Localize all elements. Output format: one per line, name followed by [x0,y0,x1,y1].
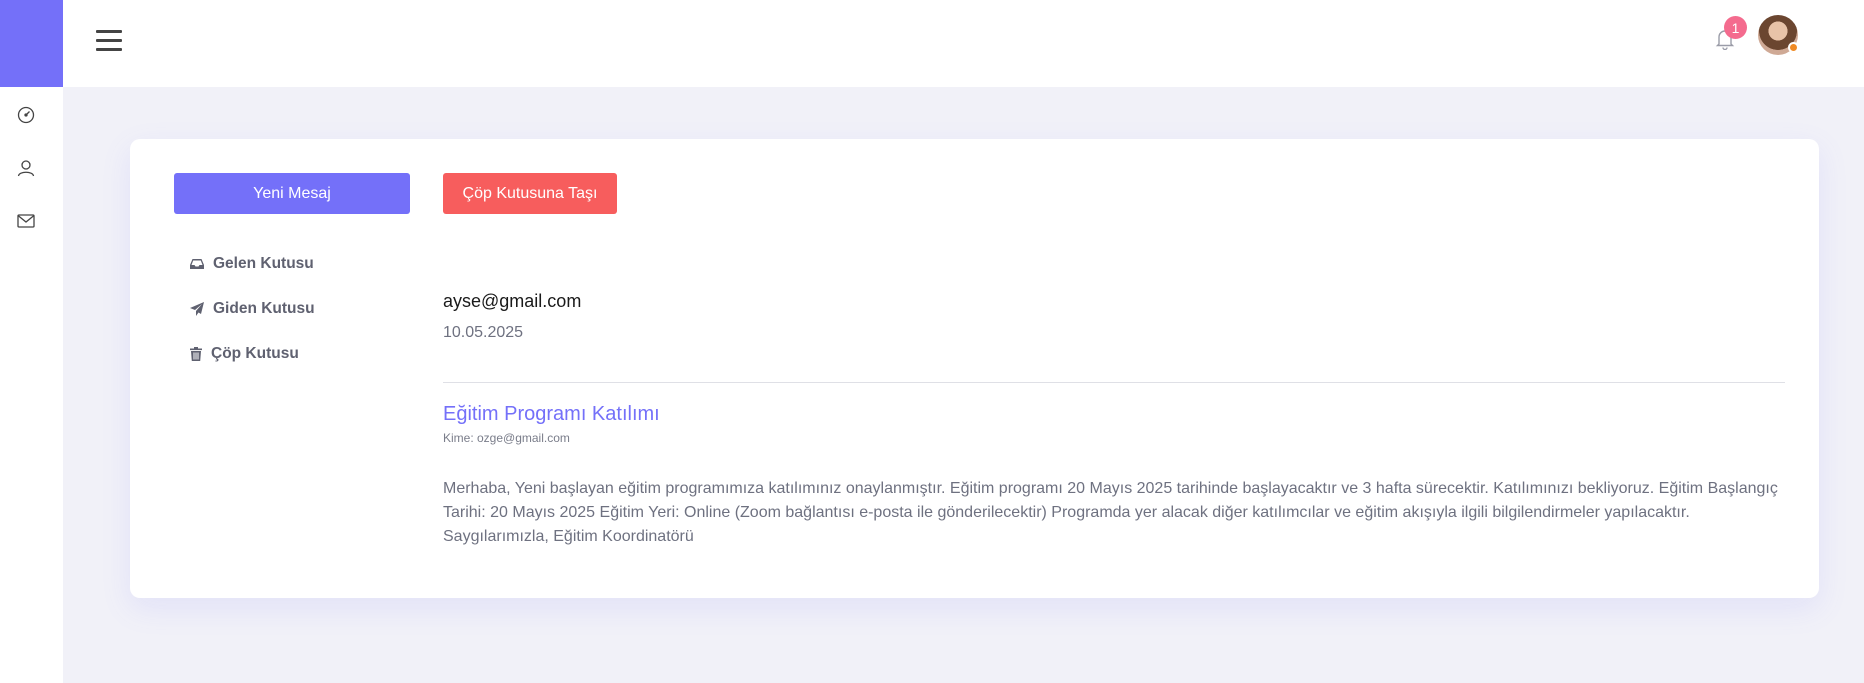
speedometer-icon[interactable] [16,105,36,125]
top-bar [63,0,1864,87]
inbox-icon [190,259,204,269]
paper-plane-icon [190,302,204,316]
sidebar [0,0,63,683]
mail-icon[interactable] [16,211,36,231]
user-icon[interactable] [16,158,36,178]
message-date: 10.05.2025 [443,324,524,341]
menu-toggle-icon[interactable] [96,30,122,52]
notification-badge: 1 [1724,16,1747,39]
new-message-button[interactable]: Yeni Mesaj [174,173,410,214]
folder-sent[interactable]: Giden Kutusu [190,297,315,321]
folder-trash[interactable]: Çöp Kutusu [190,342,299,366]
folder-label: Giden Kutusu [213,300,315,317]
folder-inbox[interactable]: Gelen Kutusu [190,252,314,276]
message-body: Merhaba, Yeni başlayan eğitim programımı… [443,480,1778,545]
message-recipient: Kime: ozge@gmail.com [443,431,570,445]
folder-label: Çöp Kutusu [211,345,299,362]
folder-label: Gelen Kutusu [213,255,314,272]
message-sender: ayse@gmail.com [443,291,582,311]
divider [443,382,1785,383]
move-to-trash-button[interactable]: Çöp Kutusuna Taşı [443,173,617,214]
status-dot [1788,42,1799,53]
trash-icon [190,347,202,361]
mail-card: Yeni Mesaj Çöp Kutusuna Taşı Gelen Kutus… [130,139,1819,598]
logo-block[interactable] [0,0,63,87]
message-subject: Eğitim Programı Katılımı [443,403,660,425]
